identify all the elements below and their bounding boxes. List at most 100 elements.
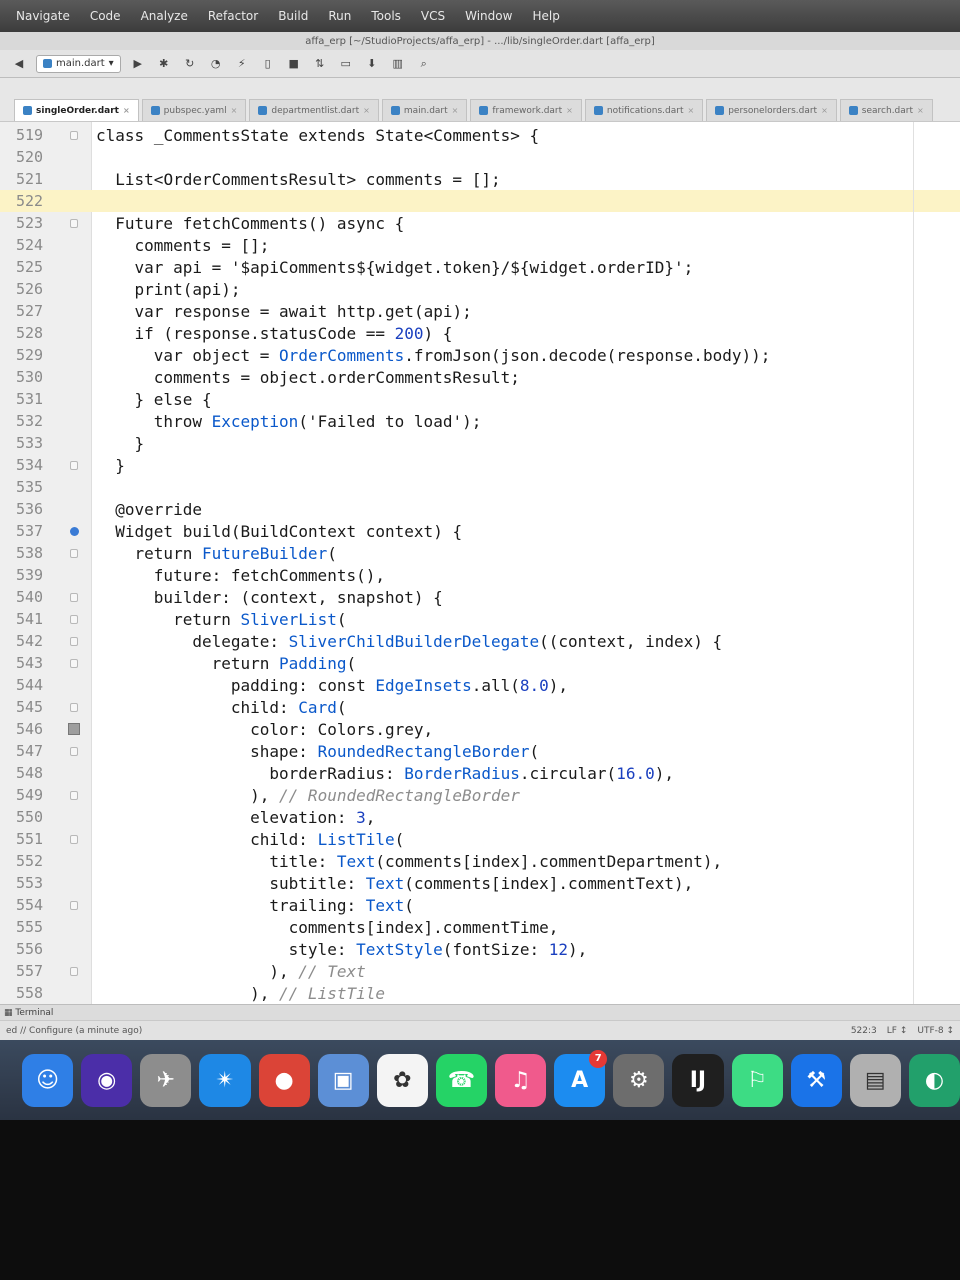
dock-app-image-capture[interactable]: ▤ bbox=[849, 1053, 901, 1107]
dock-app-intellij-idea[interactable]: IJ bbox=[672, 1053, 724, 1107]
close-icon[interactable]: × bbox=[821, 106, 828, 115]
line-number: 552 bbox=[16, 852, 44, 870]
sync-icon[interactable]: ⇅ bbox=[311, 55, 329, 73]
stop-icon[interactable]: ■ bbox=[285, 55, 303, 73]
fold-toggle-icon[interactable] bbox=[70, 658, 78, 668]
dart-file-icon bbox=[23, 106, 32, 115]
code-line: 530 comments = object.orderCommentsResul… bbox=[0, 366, 960, 388]
fold-toggle-icon[interactable] bbox=[70, 636, 78, 646]
menu-item-help[interactable]: Help bbox=[532, 9, 559, 23]
close-icon[interactable]: × bbox=[231, 106, 238, 115]
run-config-select[interactable]: main.dart ▾ bbox=[36, 54, 121, 73]
line-number: 548 bbox=[16, 764, 44, 782]
dock-app-safari[interactable]: ✴ bbox=[199, 1053, 251, 1107]
code-line: 541 return SliverList( bbox=[0, 608, 960, 630]
line-number: 549 bbox=[16, 786, 44, 804]
debug-icon[interactable]: ✱ bbox=[155, 55, 173, 73]
avd-manager-icon[interactable]: ▭ bbox=[337, 55, 355, 73]
close-icon[interactable]: × bbox=[687, 106, 694, 115]
gutter-marker bbox=[56, 900, 92, 910]
dock-app-chrome[interactable]: ● bbox=[258, 1053, 310, 1107]
terminal-label[interactable]: Terminal bbox=[15, 1008, 53, 1018]
dock-app-siri[interactable]: ◉ bbox=[81, 1053, 133, 1107]
editor-tab[interactable]: search.dart × bbox=[839, 99, 933, 121]
color-swatch-icon[interactable] bbox=[68, 723, 80, 735]
menu-item-refactor[interactable]: Refactor bbox=[208, 9, 258, 23]
hot-restart-icon[interactable]: ⚡ bbox=[233, 55, 251, 73]
menu-item-tools[interactable]: Tools bbox=[371, 9, 401, 23]
menu-item-navigate[interactable]: Navigate bbox=[16, 9, 70, 23]
code-text: builder: (context, snapshot) { bbox=[153, 587, 443, 607]
file-encoding[interactable]: UTF-8 ↕ bbox=[917, 1026, 954, 1036]
code-line: 542 delegate: SliverChildBuilderDelegate… bbox=[0, 630, 960, 652]
back-arrow-icon[interactable]: ◀ bbox=[10, 55, 28, 73]
close-icon[interactable]: × bbox=[363, 106, 370, 115]
attach-icon[interactable]: ▯ bbox=[259, 55, 277, 73]
editor-tab[interactable]: personelorders.dart × bbox=[706, 99, 837, 121]
editor-tab[interactable]: pubspec.yaml × bbox=[141, 99, 247, 121]
dock-app-other-app[interactable]: ◐ bbox=[908, 1053, 960, 1107]
terminal-tool-window-bar[interactable]: ▦ Terminal bbox=[0, 1004, 960, 1020]
close-icon[interactable]: × bbox=[917, 106, 924, 115]
line-number: 523 bbox=[16, 214, 44, 232]
dock-app-preview[interactable]: ▣ bbox=[317, 1053, 369, 1107]
fold-toggle-icon[interactable] bbox=[70, 130, 78, 140]
laptop-bezel bbox=[0, 1120, 960, 1280]
dock-app-launchpad[interactable]: ✈ bbox=[140, 1053, 192, 1107]
structure-icon[interactable]: ▥ bbox=[389, 55, 407, 73]
override-marker-icon[interactable] bbox=[69, 526, 79, 536]
code-editor[interactable]: 519 class _CommentsState extends State<Co… bbox=[0, 122, 960, 1004]
fold-toggle-icon[interactable] bbox=[70, 834, 78, 844]
editor-tab[interactable]: singleOrder.dart × bbox=[14, 99, 139, 121]
cursor-position[interactable]: 522:3 bbox=[851, 1026, 877, 1036]
code-text: } else { bbox=[96, 389, 212, 409]
line-number: 546 bbox=[16, 720, 44, 738]
profile-icon[interactable]: ◔ bbox=[207, 55, 225, 73]
code-line: 534 } bbox=[0, 454, 960, 476]
menu-item-run[interactable]: Run bbox=[328, 9, 351, 23]
menu-item-window[interactable]: Window bbox=[465, 9, 512, 23]
menu-item-code[interactable]: Code bbox=[90, 9, 121, 23]
dock-app-whatsapp[interactable]: ☎ bbox=[435, 1053, 487, 1107]
dock-app-photos[interactable]: ✿ bbox=[376, 1053, 428, 1107]
fold-toggle-icon[interactable] bbox=[70, 614, 78, 624]
fold-toggle-icon[interactable] bbox=[70, 702, 78, 712]
fold-toggle-icon[interactable] bbox=[70, 966, 78, 976]
fold-toggle-icon[interactable] bbox=[70, 790, 78, 800]
close-icon[interactable]: × bbox=[123, 106, 130, 115]
fold-toggle-icon[interactable] bbox=[70, 592, 78, 602]
fold-toggle-icon[interactable] bbox=[70, 746, 78, 756]
close-icon[interactable]: × bbox=[452, 106, 459, 115]
dock-app-itunes[interactable]: ♫ bbox=[495, 1053, 547, 1107]
menu-item-vcs[interactable]: VCS bbox=[421, 9, 445, 23]
fold-toggle-icon[interactable] bbox=[70, 900, 78, 910]
gutter-marker bbox=[56, 723, 92, 735]
dock-app-finder[interactable]: ☺ bbox=[22, 1053, 74, 1107]
menu-item-analyze[interactable]: Analyze bbox=[141, 9, 188, 23]
dock-app-system-preferences[interactable]: ⚙ bbox=[613, 1053, 665, 1107]
dock-app-xcode[interactable]: ⚒ bbox=[790, 1053, 842, 1107]
sdk-manager-icon[interactable]: ⬇ bbox=[363, 55, 381, 73]
code-line: 523 Future fetchComments() async { bbox=[0, 212, 960, 234]
search-icon[interactable]: ⌕ bbox=[415, 55, 433, 73]
code-line: 553 subtitle: Text(comments[index].comme… bbox=[0, 872, 960, 894]
dart-file-icon bbox=[258, 106, 268, 115]
menu-item-build[interactable]: Build bbox=[278, 9, 308, 23]
editor-tab[interactable]: framework.dart × bbox=[470, 99, 582, 121]
line-separator[interactable]: LF ↕ bbox=[887, 1026, 908, 1036]
code-line: 555 comments[index].commentTime, bbox=[0, 916, 960, 938]
editor-tab[interactable]: notifications.dart × bbox=[584, 99, 704, 121]
fold-toggle-icon[interactable] bbox=[70, 460, 78, 470]
line-number: 553 bbox=[16, 874, 44, 892]
code-line: 547 shape: RoundedRectangleBorder( bbox=[0, 740, 960, 762]
hot-reload-icon[interactable]: ↻ bbox=[181, 55, 199, 73]
tab-label: singleOrder.dart bbox=[36, 105, 119, 116]
close-icon[interactable]: × bbox=[566, 106, 573, 115]
editor-tab[interactable]: main.dart × bbox=[381, 99, 468, 121]
run-icon[interactable]: ▶ bbox=[129, 55, 147, 73]
fold-toggle-icon[interactable] bbox=[70, 218, 78, 228]
dock-app-app-store[interactable]: A7 bbox=[554, 1049, 608, 1107]
editor-tab[interactable]: departmentlist.dart × bbox=[249, 99, 379, 121]
fold-toggle-icon[interactable] bbox=[70, 548, 78, 558]
dock-app-android-studio[interactable]: ⚐ bbox=[731, 1053, 783, 1107]
